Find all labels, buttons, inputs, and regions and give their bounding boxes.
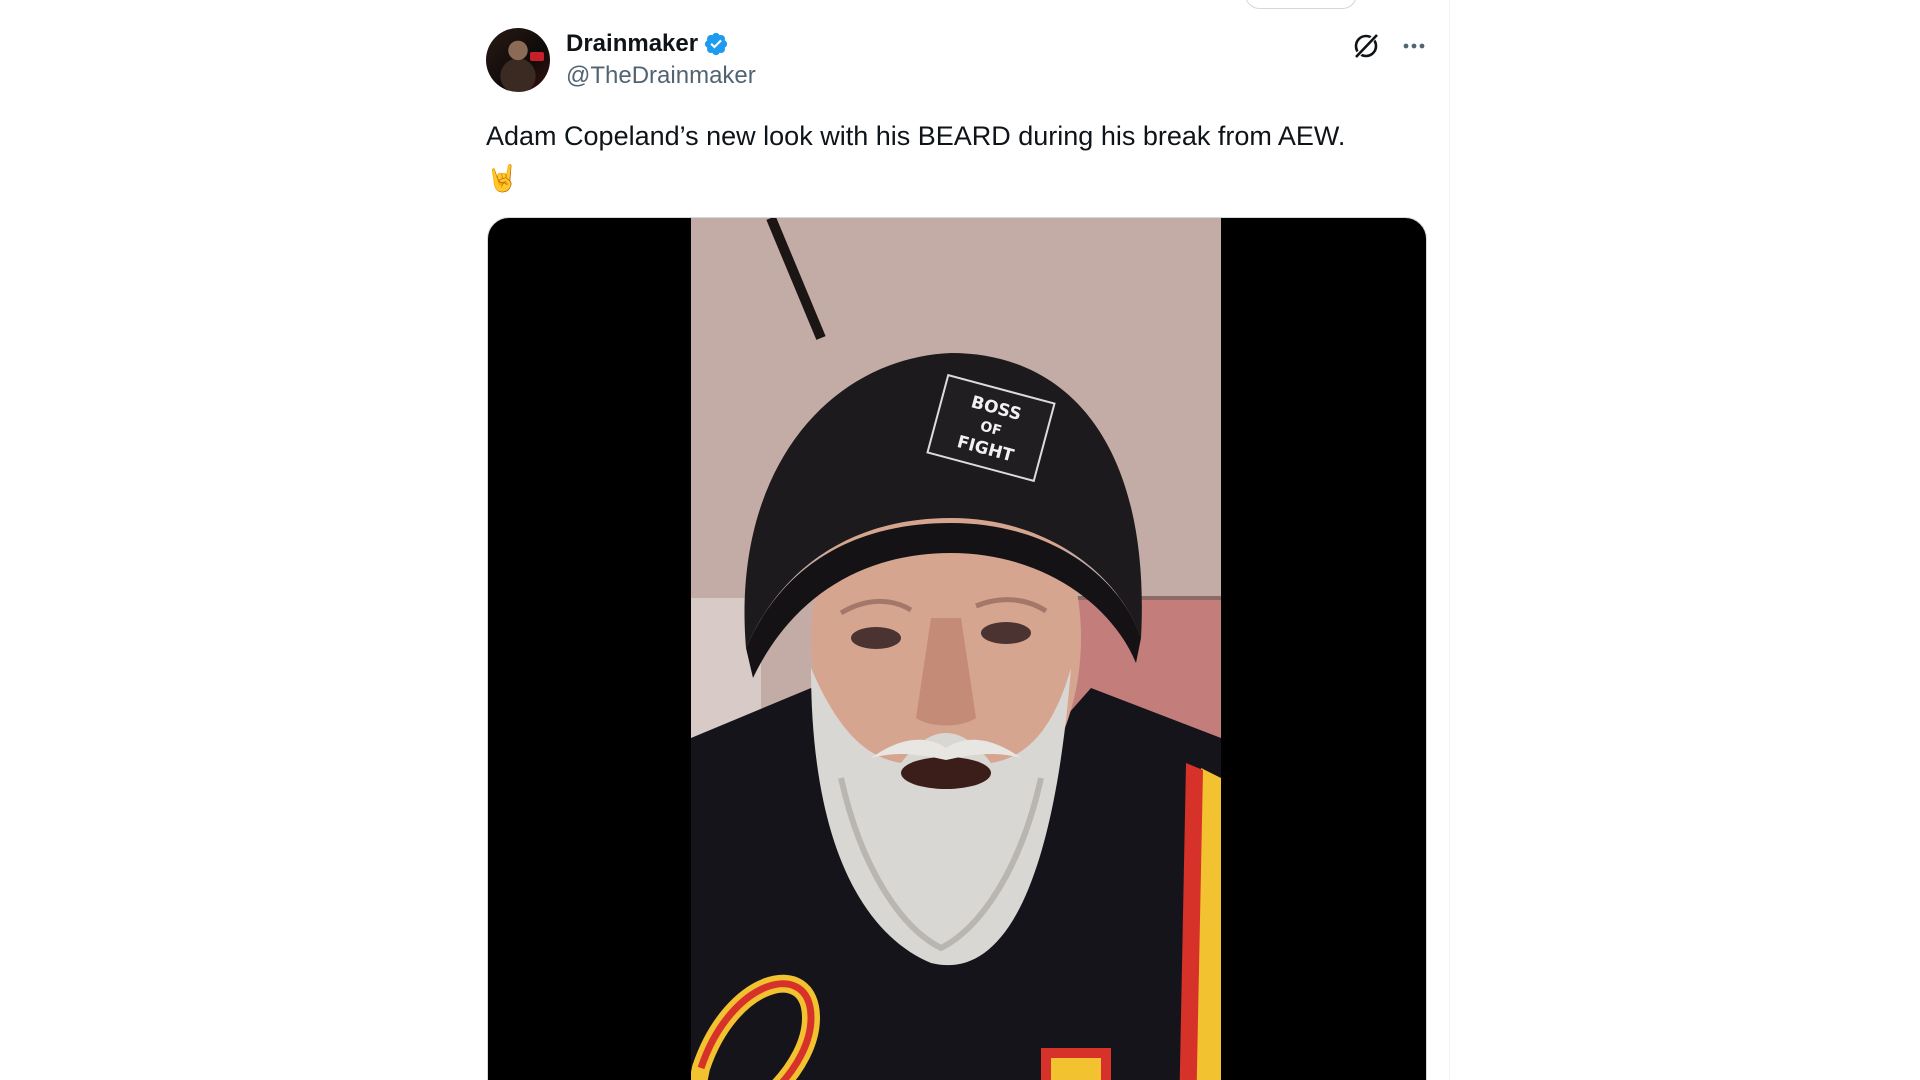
video-still-illustration: BOSS OF FIGHT (691, 218, 1221, 1080)
handle[interactable]: @TheDrainmaker (566, 62, 756, 90)
more-dots-icon[interactable] (1398, 30, 1430, 62)
rock-hand-emoji: 🤘 (486, 163, 519, 193)
tweet-body: Adam Copeland’s new look with his BEARD … (486, 121, 1346, 151)
tweet-text: Adam Copeland’s new look with his BEARD … (486, 115, 1426, 199)
tweet-header: Drainmaker @TheDrainmaker (486, 28, 1434, 92)
video-player[interactable]: BOSS OF FIGHT (487, 217, 1427, 1080)
display-name[interactable]: Drainmaker (566, 30, 698, 58)
top-pill-button[interactable] (1245, 0, 1357, 9)
video-frame[interactable]: BOSS OF FIGHT (691, 218, 1221, 1080)
timeline-column: Drainmaker @TheDrainmaker Adam Copeland’… (470, 0, 1450, 1080)
page: Drainmaker @TheDrainmaker Adam Copeland’… (0, 0, 1920, 1080)
name-row: Drainmaker (566, 30, 729, 58)
verified-badge-icon (703, 31, 729, 57)
grok-icon[interactable] (1350, 30, 1382, 62)
avatar[interactable] (486, 28, 550, 92)
